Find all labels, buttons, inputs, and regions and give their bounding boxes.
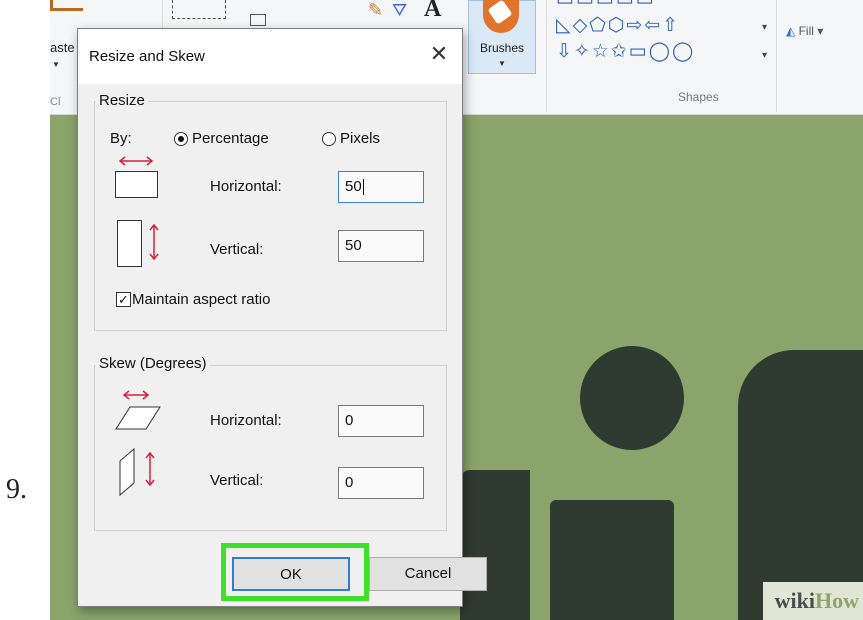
by-label: By: [110,130,132,147]
horizontal-skew-icon [115,390,161,430]
fill-icon: ◭ [786,24,796,38]
skew-horizontal-label: Horizontal: [210,412,282,429]
skew-vertical-label: Vertical: [210,472,264,489]
skew-horizontal-input[interactable]: 0 [338,405,424,437]
select-icon[interactable] [172,0,226,19]
brush-icon [483,0,519,33]
text-tool-icon[interactable]: A [424,0,441,23]
pencil-icon[interactable]: ✎ [368,0,383,21]
resize-vertical-input[interactable]: 50 [338,230,424,262]
chevron-down-icon[interactable]: ▼ [52,60,60,69]
ok-highlight-box [221,543,369,601]
chevron-down-icon: ▼ [498,59,506,68]
percentage-radio[interactable] [174,132,188,146]
resize-horizontal-input[interactable]: 50 [338,171,424,203]
fill-label: Fill [798,24,814,38]
horizontal-resize-icon [115,156,158,198]
maintain-aspect-label[interactable]: Maintain aspect ratio [132,291,270,308]
skew-vertical-input[interactable]: 0 [338,467,424,499]
vertical-resize-icon [117,220,159,267]
watermark-how: How [815,588,859,613]
paste-icon[interactable] [50,0,83,11]
shapes-row[interactable]: ◺◇⬠⬡⇨⇦⇧ [556,14,680,37]
resize-vertical-value: 50 [345,237,362,254]
ribbon-divider [776,0,777,112]
gallery-scroll-icon[interactable]: ▾ [762,22,767,33]
logo-letter-k [738,350,863,620]
logo-letter-i [550,500,674,620]
vertical-skew-icon [119,447,155,497]
dialog-titlebar[interactable]: Resize and Skew ✕ [78,29,462,84]
skew-horizontal-value: 0 [345,412,354,429]
screenshot: aste ▼ Cl ✎ ⛛ A Brushes ▼ ▭▭▭▭▭ ◺◇⬠⬡⇨⇦⇧ … [50,0,863,620]
resize-vertical-label: Vertical: [210,241,264,258]
paste-button-label[interactable]: aste [50,40,75,55]
gallery-expand-icon[interactable]: ▾ [762,50,767,61]
watermark-wiki: wiki [774,588,815,613]
resize-horizontal-label: Horizontal: [210,178,282,195]
shapes-row[interactable]: ▭▭▭▭▭ [556,0,656,11]
skew-vertical-value: 0 [345,474,354,491]
shapes-row[interactable]: ⇩✧☆✩▭◯◯ [556,40,695,63]
resize-skew-dialog: Resize and Skew ✕ Resize By: Percentage … [77,28,487,607]
logo-dot [580,346,684,450]
fill-bucket-icon[interactable]: ⛛ [392,0,407,21]
ribbon-divider [546,0,547,112]
fill-button[interactable]: ◭ Fill ▾ [786,24,823,38]
watermark: wikiHow [763,582,863,620]
pixels-radio[interactable] [322,132,336,146]
logo-letter-w [460,470,530,620]
resize-legend: Resize [96,92,148,109]
maintain-aspect-checkbox[interactable]: ✓ [116,292,131,307]
resize-horizontal-value: 50 [345,178,362,195]
chevron-down-icon: ▾ [817,24,824,38]
step-number: 9. [6,474,27,505]
skew-legend: Skew (Degrees) [96,355,210,372]
dialog-title: Resize and Skew [89,48,205,65]
pixels-label[interactable]: Pixels [340,130,380,147]
brushes-label: Brushes [479,41,525,55]
clipboard-group-label: Cl [50,96,61,108]
shapes-group-label: Shapes [678,90,719,104]
cancel-button[interactable]: Cancel [369,557,487,591]
brushes-button[interactable]: Brushes ▼ [468,0,536,74]
text-cursor [362,179,364,196]
crop-icon[interactable] [250,14,266,26]
close-icon[interactable]: ✕ [424,39,454,69]
percentage-label[interactable]: Percentage [192,130,269,147]
